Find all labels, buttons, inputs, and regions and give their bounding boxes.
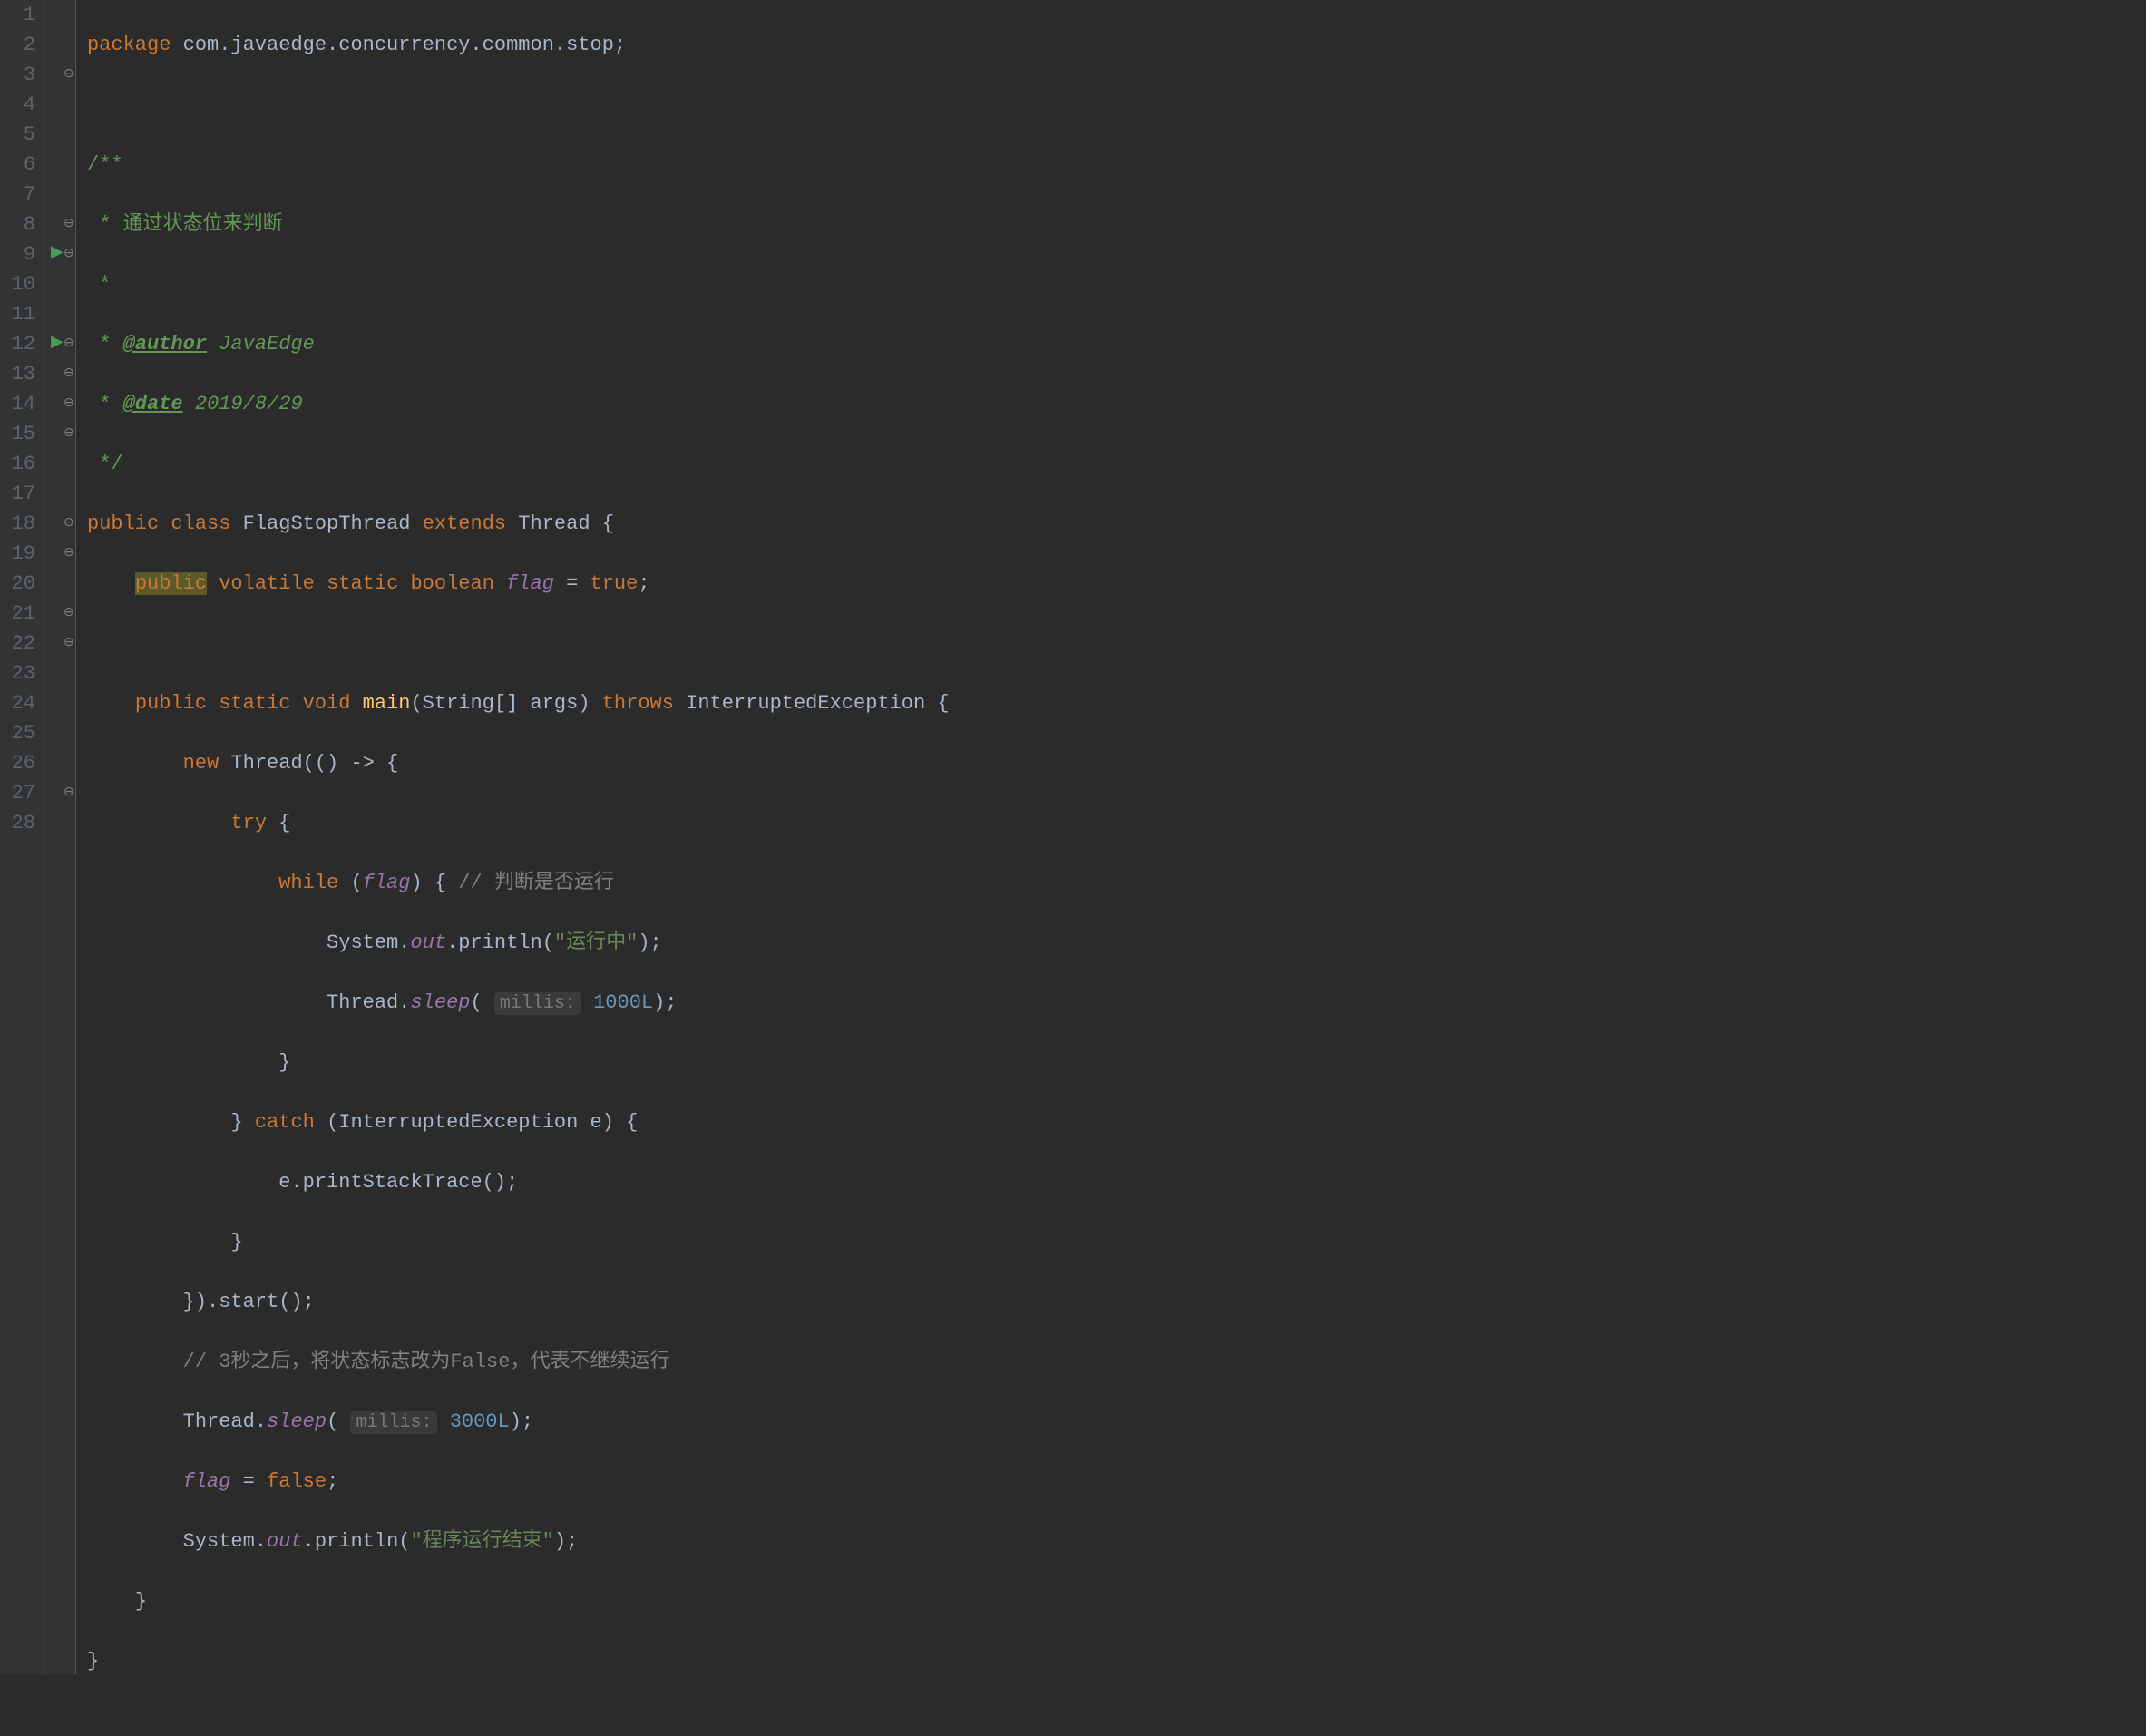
line-number: 28 [4,808,35,838]
line-number: 13 [4,359,35,389]
line-number: 9 [4,239,35,269]
code-line[interactable]: try { [87,808,950,838]
fold-icon[interactable]: ⊖ [63,604,74,623]
parameter-hint: millis: [494,992,581,1015]
code-line[interactable] [87,629,950,658]
run-gutter-icon[interactable]: ▶ [51,241,63,266]
fold-icon[interactable]: ⊖ [63,634,74,653]
line-number: 15 [4,419,35,449]
code-line[interactable]: new Thread(() -> { [87,748,950,778]
code-line[interactable]: * @date 2019/8/29 [87,389,950,419]
code-line[interactable]: /** [87,150,950,180]
fold-icon[interactable]: ⊖ [63,365,74,384]
line-number: 26 [4,748,35,778]
code-line[interactable]: package com.javaedge.concurrency.common.… [87,30,950,60]
code-line[interactable]: System.out.println("程序运行结束"); [87,1526,950,1556]
code-content[interactable]: package com.javaedge.concurrency.common.… [76,0,950,1674]
line-number: 19 [4,539,35,569]
line-number: 5 [4,120,35,150]
line-number: 23 [4,658,35,688]
line-number: 20 [4,569,35,599]
code-line[interactable]: e.printStackTrace(); [87,1167,950,1197]
code-line[interactable]: }).start(); [87,1287,950,1317]
fold-icon[interactable]: ⊖ [63,245,74,264]
fold-icon[interactable]: ⊖ [63,395,74,414]
code-line[interactable]: } catch (InterruptedException e) { [87,1107,950,1137]
line-number: 12 [4,329,35,359]
line-number: 10 [4,269,35,299]
line-number: 3 [4,60,35,90]
code-editor[interactable]: 1 2 3 4 5 6 7 8 9 10 11 12 13 14 15 16 1… [0,0,2146,1674]
fold-icon[interactable]: ⊖ [63,784,74,803]
fold-icon[interactable]: ⊖ [63,514,74,533]
fold-icon[interactable]: ⊖ [63,215,74,234]
code-line[interactable]: } [87,1227,950,1257]
fold-icon[interactable]: ⊖ [63,424,74,444]
fold-icon[interactable]: ⊖ [63,335,74,354]
gutter-icons: ▶ ▶ ⊖ ⊖ ⊖ ⊖ ⊖ ⊖ ⊖ ⊖ ⊖ ⊖ ⊖ ⊖ [45,0,76,1674]
line-number: 14 [4,389,35,419]
line-number: 17 [4,479,35,509]
line-number: 16 [4,449,35,479]
fold-icon[interactable]: ⊖ [63,544,74,563]
line-number: 11 [4,299,35,329]
line-number: 6 [4,150,35,180]
code-line[interactable]: while (flag) { // 判断是否运行 [87,868,950,898]
code-line[interactable]: // 3秒之后，将状态标志改为False，代表不继续运行 [87,1347,950,1377]
fold-icon[interactable]: ⊖ [63,65,74,84]
line-number: 8 [4,210,35,239]
line-number: 27 [4,778,35,808]
line-number: 4 [4,90,35,120]
code-line[interactable]: */ [87,449,950,479]
code-line[interactable]: Thread.sleep( millis: 1000L); [87,988,950,1018]
line-number: 25 [4,718,35,748]
code-line[interactable]: * @author JavaEdge [87,329,950,359]
run-gutter-icon[interactable]: ▶ [51,331,63,356]
line-number: 18 [4,509,35,539]
line-number: 7 [4,180,35,210]
line-number: 21 [4,599,35,629]
code-line[interactable]: } [87,1586,950,1616]
code-line[interactable]: public static void main(String[] args) t… [87,688,950,718]
code-line[interactable]: public class FlagStopThread extends Thre… [87,509,950,539]
code-line[interactable]: * [87,269,950,299]
line-number: 2 [4,30,35,60]
code-line[interactable]: * 通过状态位来判断 [87,210,950,239]
code-line[interactable]: } [87,1646,950,1676]
line-number-gutter: 1 2 3 4 5 6 7 8 9 10 11 12 13 14 15 16 1… [0,0,45,1674]
code-line[interactable]: System.out.println("运行中"); [87,928,950,958]
line-number: 1 [4,0,35,30]
code-line[interactable]: flag = false; [87,1467,950,1497]
code-line[interactable]: } [87,1048,950,1078]
code-line[interactable]: Thread.sleep( millis: 3000L); [87,1407,950,1437]
code-line[interactable] [87,90,950,120]
line-number: 22 [4,629,35,658]
code-line[interactable]: public volatile static boolean flag = tr… [87,569,950,599]
line-number: 24 [4,688,35,718]
parameter-hint: millis: [350,1411,437,1434]
